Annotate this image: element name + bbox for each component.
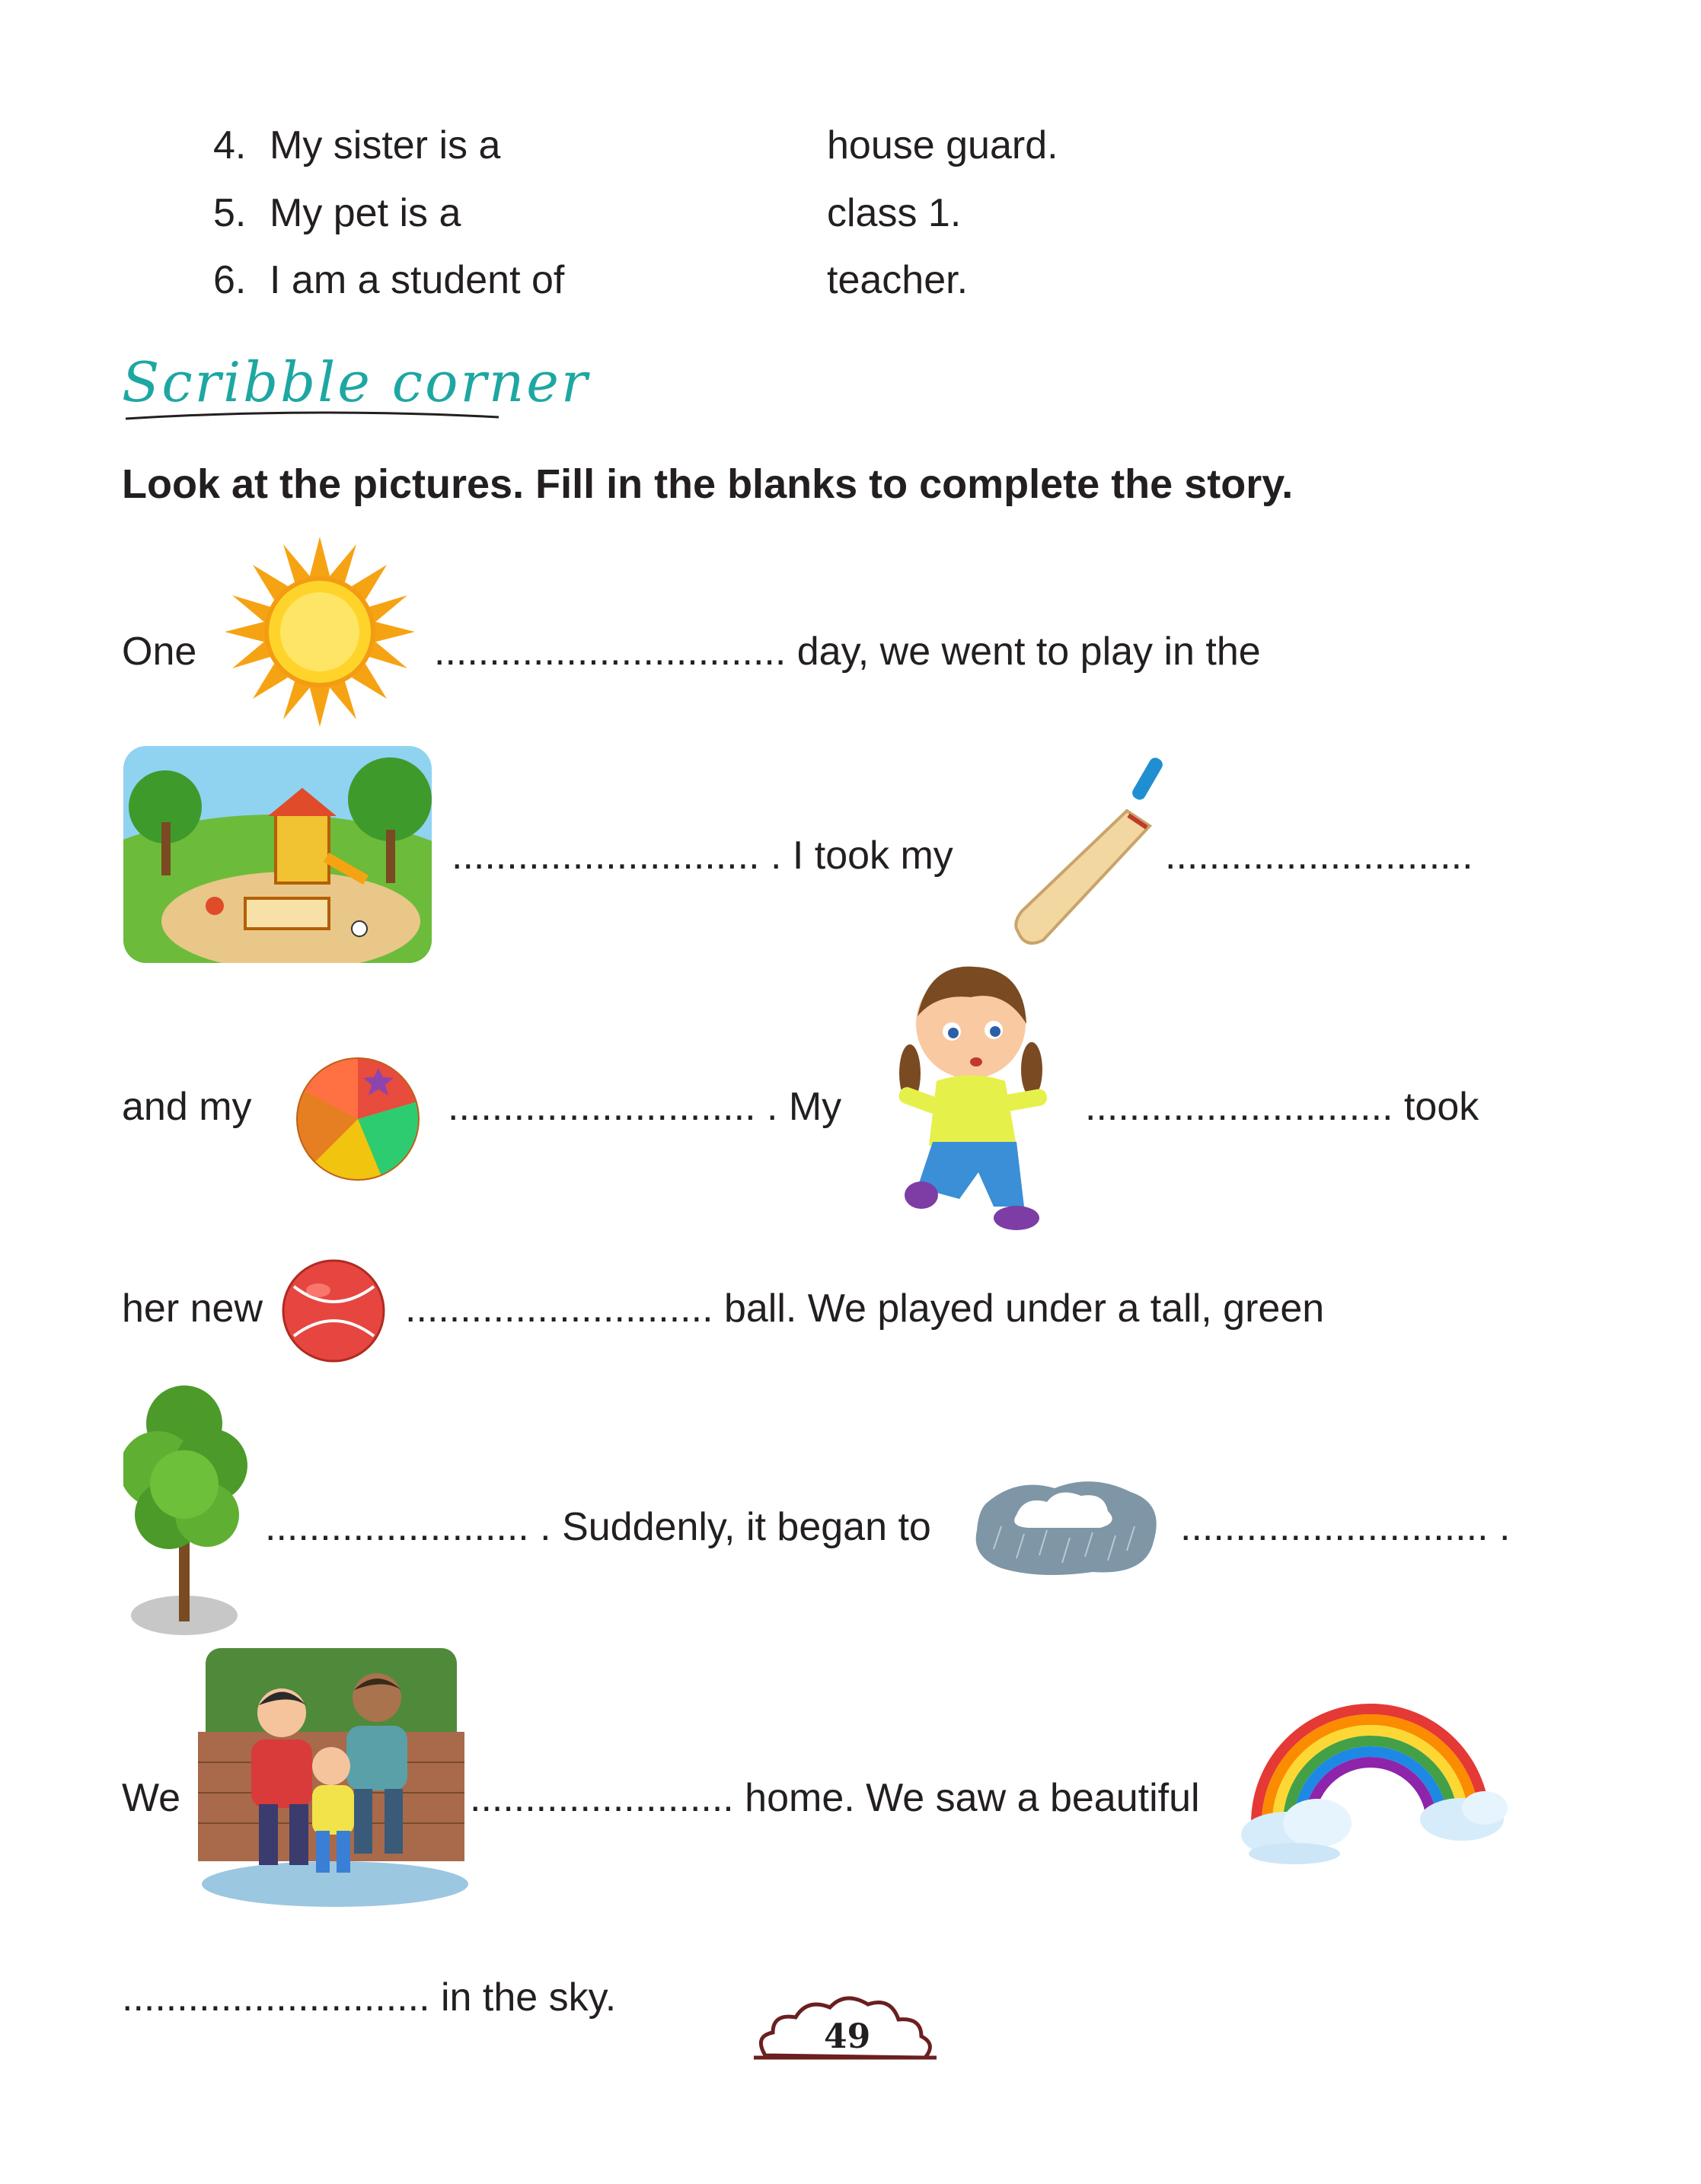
story-text: ............................ . <box>1180 1505 1511 1549</box>
item-number: 5. <box>213 191 247 235</box>
story-text: ............................ . My <box>448 1085 842 1129</box>
story-text: her new <box>122 1286 263 1331</box>
story-text: ............................ <box>1165 834 1473 878</box>
playground-icon <box>123 746 432 963</box>
girl-icon <box>898 966 1047 1230</box>
children-running-icon <box>198 1648 468 1907</box>
match-option-2: class 1. <box>827 191 962 235</box>
beach-ball-icon <box>296 1057 420 1181</box>
item-text: I am a student of <box>270 258 565 302</box>
item-text: My sister is a <box>270 123 501 167</box>
match-option-1: house guard. <box>827 123 1058 167</box>
story-text: We <box>122 1776 181 1820</box>
story-text: ............................ took <box>1085 1085 1479 1129</box>
match-option-3: teacher. <box>827 258 969 302</box>
match-item-5: 5. My pet is a <box>213 193 461 233</box>
heading-underline <box>125 411 499 420</box>
match-item-6: 6. I am a student of <box>213 260 564 300</box>
story-text: ............................ in the sky. <box>122 1975 617 2020</box>
story-text: ................................ day, we… <box>434 630 1261 674</box>
page-number: 49 <box>824 2017 871 2056</box>
rainbow-icon <box>1241 1704 1508 1864</box>
instruction: Look at the pictures. Fill in the blanks… <box>122 461 1294 507</box>
red-ball-icon <box>282 1259 385 1363</box>
cricket-bat-icon <box>1014 757 1163 945</box>
match-item-4: 4. My sister is a <box>213 126 500 165</box>
item-text: My pet is a <box>270 191 461 235</box>
story-text: ............................ ball. We pl… <box>405 1286 1325 1331</box>
story-text: ............................ . I took my <box>452 834 953 878</box>
story-text: ........................ home. We saw a … <box>470 1776 1200 1820</box>
story-text: and my <box>122 1085 252 1129</box>
item-number: 6. <box>213 258 247 302</box>
story-text: One <box>122 630 197 674</box>
rain-cloud-icon <box>975 1481 1157 1575</box>
tree-icon <box>123 1385 247 1635</box>
story-text: ........................ . Suddenly, it … <box>265 1505 931 1549</box>
sun-icon <box>225 537 415 727</box>
item-number: 4. <box>213 123 247 167</box>
